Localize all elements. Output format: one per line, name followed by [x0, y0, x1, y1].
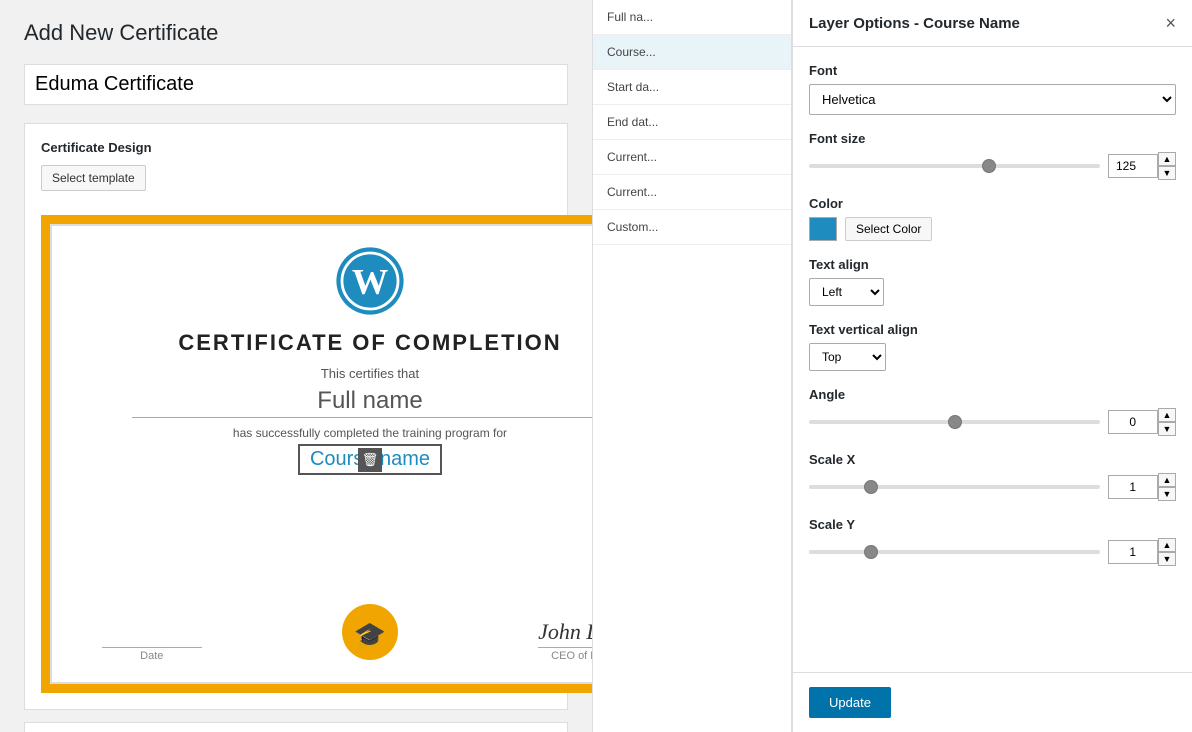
text-vertical-align-select[interactable]: TopMiddleBottom: [809, 343, 886, 371]
cert-certifies-text: This certifies that: [321, 366, 419, 381]
text-vertical-align-label: Text vertical align: [809, 322, 1176, 337]
certificate-canvas: W CERTIFICATE OF COMPLETION This certifi…: [50, 224, 592, 684]
svg-text:W: W: [352, 262, 388, 302]
text-align-control: LeftCenterRight: [809, 278, 1176, 306]
scale-y-input-wrapper: ▲ ▼: [1108, 538, 1176, 566]
cert-date-label: Date: [102, 650, 202, 662]
cert-signature: John Doe: [538, 619, 592, 645]
color-row: Color Select Color: [809, 196, 1176, 241]
scale-x-spin-group: ▲ ▼: [1158, 473, 1176, 501]
scale-x-label: Scale X: [809, 452, 1176, 467]
main-panel: Add New Certificate Certificate Design S…: [0, 0, 592, 732]
scale-x-row: Scale X ▲ ▼: [809, 452, 1176, 501]
text-align-label: Text align: [809, 257, 1176, 272]
update-button[interactable]: Update: [809, 687, 891, 718]
font-size-input-wrapper: ▲ ▼: [1108, 152, 1176, 180]
text-vertical-align-row: Text vertical align TopMiddleBottom: [809, 322, 1176, 371]
text-vertical-align-control: TopMiddleBottom: [809, 343, 1176, 371]
layers-panel: Full na...Course...Start da...End dat...…: [592, 0, 792, 732]
color-control-row: Select Color: [809, 217, 1176, 241]
angle-row: Angle ▲ ▼: [809, 387, 1176, 436]
font-select[interactable]: Helvetica: [809, 84, 1176, 115]
scale-y-label: Scale Y: [809, 517, 1176, 532]
scale-x-up-button[interactable]: ▲: [1158, 473, 1176, 487]
scale-y-up-button[interactable]: ▲: [1158, 538, 1176, 552]
scale-x-input-wrapper: ▲ ▼: [1108, 473, 1176, 501]
cert-bottom-section: Date 🎓 John Doe CEO of Eduma: [102, 592, 592, 662]
layer-item-current2[interactable]: Current...: [593, 175, 791, 210]
layer-item-full-name[interactable]: Full na...: [593, 0, 791, 35]
scale-x-slider-row: ▲ ▼: [809, 473, 1176, 501]
svg-text:🎓: 🎓: [354, 620, 386, 650]
layer-item-current1[interactable]: Current...: [593, 140, 791, 175]
wordpress-logo: W: [335, 246, 405, 316]
scale-y-slider[interactable]: [809, 550, 1100, 554]
font-size-up-button[interactable]: ▲: [1158, 152, 1176, 166]
scale-x-slider[interactable]: [809, 485, 1100, 489]
graduation-icon: 🎓: [340, 602, 400, 662]
font-size-input[interactable]: [1108, 154, 1158, 178]
font-label: Font: [809, 63, 1176, 78]
cert-coursename-drag-handle[interactable]: 🗑: [358, 448, 382, 472]
font-size-spin-group: ▲ ▼: [1158, 152, 1176, 180]
cert-title-text: CERTIFICATE OF COMPLETION: [178, 330, 561, 356]
font-size-row: Font size ▲ ▼: [809, 131, 1176, 180]
close-button[interactable]: ×: [1165, 14, 1176, 32]
text-align-select[interactable]: LeftCenterRight: [809, 278, 884, 306]
page-title: Add New Certificate: [24, 20, 568, 46]
cert-coursename-wrapper[interactable]: Course name 🗑: [298, 444, 442, 475]
angle-slider-row: ▲ ▼: [809, 408, 1176, 436]
text-align-row: Text align LeftCenterRight: [809, 257, 1176, 306]
angle-up-button[interactable]: ▲: [1158, 408, 1176, 422]
layer-item-course[interactable]: Course...: [593, 35, 791, 70]
angle-spin-group: ▲ ▼: [1158, 408, 1176, 436]
certificate-title-input[interactable]: [24, 64, 568, 105]
cert-date-line: [102, 647, 202, 648]
angle-label: Angle: [809, 387, 1176, 402]
font-size-label: Font size: [809, 131, 1176, 146]
layer-item-start-date[interactable]: Start da...: [593, 70, 791, 105]
certificate-canvas-wrapper: W CERTIFICATE OF COMPLETION This certifi…: [41, 215, 592, 693]
scale-x-input[interactable]: [1108, 475, 1158, 499]
angle-input-wrapper: ▲ ▼: [1108, 408, 1176, 436]
cert-ceo-label: CEO of Eduma: [538, 650, 592, 662]
layer-options-header: Layer Options - Course Name ×: [793, 0, 1192, 47]
font-size-slider-row: ▲ ▼: [809, 152, 1176, 180]
font-size-slider[interactable]: [809, 164, 1100, 168]
font-row: Font Helvetica: [809, 63, 1176, 115]
scale-x-down-button[interactable]: ▼: [1158, 487, 1176, 501]
scale-y-row: Scale Y ▲ ▼: [809, 517, 1176, 566]
scale-y-slider-row: ▲ ▼: [809, 538, 1176, 566]
cert-fullname-text: Full name: [132, 387, 592, 418]
angle-slider[interactable]: [809, 420, 1100, 424]
layer-options-body: Font Helvetica Font size ▲ ▼ Color: [793, 47, 1192, 672]
select-color-button[interactable]: Select Color: [845, 217, 932, 241]
trash-icon: 🗑: [362, 452, 379, 468]
angle-down-button[interactable]: ▼: [1158, 422, 1176, 436]
font-size-down-button[interactable]: ▼: [1158, 166, 1176, 180]
certificate-design-label: Certificate Design: [41, 140, 551, 155]
color-label: Color: [809, 196, 1176, 211]
certificate-design-section: Certificate Design Select template W CER…: [24, 123, 568, 710]
select-template-button[interactable]: Select template: [41, 165, 146, 191]
cert-date-section: Date: [102, 647, 202, 662]
layer-options-panel: Layer Options - Course Name × Font Helve…: [792, 0, 1192, 732]
cert-completed-text: has successfully completed the training …: [233, 426, 507, 440]
scale-y-input[interactable]: [1108, 540, 1158, 564]
options-section: Options: [24, 722, 568, 732]
angle-input[interactable]: [1108, 410, 1158, 434]
layer-item-custom[interactable]: Custom...: [593, 210, 791, 245]
layer-item-end-date[interactable]: End dat...: [593, 105, 791, 140]
cert-ceo-line: [538, 647, 592, 648]
scale-y-spin-group: ▲ ▼: [1158, 538, 1176, 566]
cert-ceo-section: John Doe CEO of Eduma: [538, 619, 592, 662]
scale-y-down-button[interactable]: ▼: [1158, 552, 1176, 566]
layer-options-footer: Update: [793, 672, 1192, 732]
layer-options-title: Layer Options - Course Name: [809, 15, 1020, 32]
color-swatch[interactable]: [809, 217, 837, 241]
